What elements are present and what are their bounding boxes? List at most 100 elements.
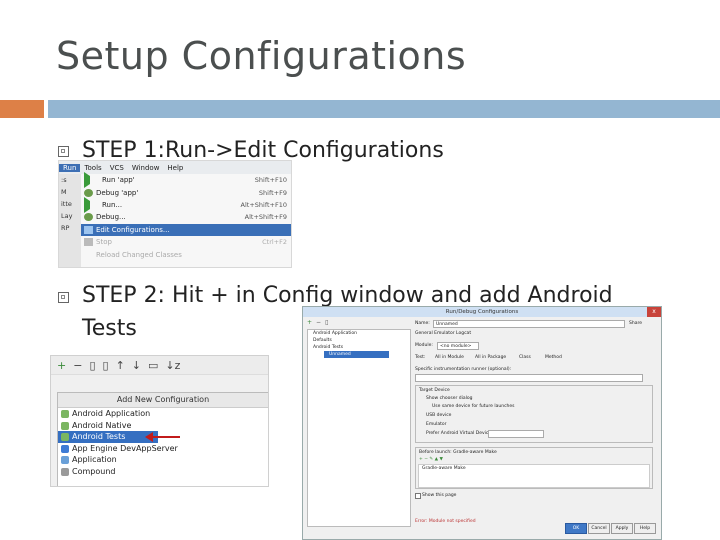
test-option[interactable]: Method bbox=[545, 355, 562, 360]
run-debug-dialog-screenshot: Run/Debug Configurations x + − ▯ Android… bbox=[302, 306, 662, 540]
cancel-button[interactable]: Cancel bbox=[588, 523, 610, 534]
avd-select[interactable] bbox=[488, 430, 544, 438]
before-launch-toolbar[interactable]: + − ✎ ▲ ▼ bbox=[419, 457, 443, 462]
runner-label: Specific instrumentation runner (optiona… bbox=[415, 367, 512, 372]
item-label: Application bbox=[72, 455, 117, 464]
menu-window[interactable]: Window bbox=[128, 164, 164, 172]
stub-text: :s bbox=[61, 176, 67, 184]
list-item-android-tests[interactable]: Android Tests bbox=[58, 431, 158, 443]
debug-icon bbox=[84, 188, 93, 197]
test-label: Test: bbox=[415, 355, 426, 360]
menu-item-label: Run... bbox=[102, 200, 123, 209]
list-item-compound[interactable]: Compound bbox=[58, 466, 268, 478]
menu-item-label: Debug... bbox=[96, 213, 126, 222]
help-button[interactable]: Help bbox=[634, 523, 656, 534]
gradle-make-item[interactable]: Gradle-aware Make bbox=[422, 466, 466, 471]
share-checkbox[interactable]: Share bbox=[629, 321, 642, 326]
red-arrow bbox=[150, 436, 180, 438]
item-label: Compound bbox=[72, 466, 116, 476]
sort-icon[interactable]: ↓z bbox=[165, 359, 180, 372]
tree-item[interactable]: Android Tests bbox=[308, 344, 410, 351]
dialog-title-text: Run/Debug Configurations bbox=[445, 309, 519, 315]
add-icon[interactable]: + bbox=[307, 319, 312, 327]
test-option[interactable]: All in Package bbox=[475, 355, 506, 360]
stub-text: Lay bbox=[61, 212, 73, 220]
tabs[interactable]: General Emulator Logcat bbox=[415, 331, 471, 336]
stop-icon bbox=[84, 238, 93, 247]
menu-item-stop[interactable]: Stop Ctrl+F2 bbox=[81, 236, 291, 248]
before-launch-group: Before launch: Gradle-aware Make + − ✎ ▲… bbox=[415, 447, 653, 489]
dialog-title: Run/Debug Configurations x bbox=[303, 307, 661, 317]
list-item-android-application[interactable]: Android Application bbox=[58, 408, 268, 420]
name-field[interactable]: Unnamed bbox=[433, 320, 625, 328]
edit-icon[interactable]: ▯ bbox=[103, 359, 109, 372]
folder-icon[interactable]: ▭ bbox=[148, 359, 158, 372]
menu-item-run-app[interactable]: Run 'app' Shift+F10 bbox=[81, 172, 291, 189]
list-item-android-native[interactable]: Android Native bbox=[58, 420, 268, 432]
menu-help[interactable]: Help bbox=[163, 164, 187, 172]
menu-vcs[interactable]: VCS bbox=[106, 164, 128, 172]
shortcut-label: Shift+F10 bbox=[254, 176, 287, 185]
menu-item-debug[interactable]: Debug... Alt+Shift+F9 bbox=[81, 211, 291, 223]
app-engine-icon bbox=[61, 444, 69, 453]
show-page-label: Show this page bbox=[422, 493, 457, 498]
item-label: Android Tests bbox=[72, 432, 126, 441]
test-option[interactable]: Class bbox=[519, 355, 531, 360]
list-item-application[interactable]: Application bbox=[58, 454, 268, 466]
menu-item-label: Debug 'app' bbox=[96, 188, 139, 197]
stub-text: RP bbox=[61, 224, 70, 232]
target-option[interactable]: Emulator bbox=[426, 422, 446, 427]
target-option[interactable]: Show chooser dialog bbox=[426, 396, 473, 401]
left-stub: :s M itte Lay RP bbox=[59, 174, 82, 267]
ok-button[interactable]: OK bbox=[565, 523, 587, 534]
target-option[interactable]: Use same device for future launches bbox=[432, 404, 515, 409]
menu-tools[interactable]: Tools bbox=[80, 164, 105, 172]
error-text: Error: Module not specified bbox=[415, 519, 476, 524]
bullet-icon bbox=[58, 292, 69, 303]
close-icon[interactable]: x bbox=[647, 307, 661, 317]
debug-icon bbox=[84, 213, 93, 222]
menu-item-label: Edit Configurations... bbox=[96, 225, 170, 234]
menu-item-debug-app[interactable]: Debug 'app' Shift+F9 bbox=[81, 186, 291, 198]
item-label: Android Native bbox=[72, 420, 132, 430]
menu-item-run[interactable]: Run... Alt+Shift+F10 bbox=[81, 196, 291, 213]
bullet-icon bbox=[58, 146, 69, 157]
shortcut-label: Shift+F9 bbox=[258, 188, 287, 197]
menu-item-reload-classes[interactable]: Reload Changed Classes bbox=[81, 248, 291, 260]
list-item-app-engine[interactable]: App Engine DevAppServer bbox=[58, 443, 268, 455]
tree-item[interactable]: Defaults bbox=[308, 337, 410, 344]
menu-run[interactable]: Run bbox=[59, 163, 81, 172]
apply-button[interactable]: Apply bbox=[611, 523, 633, 534]
name-value: Unnamed bbox=[436, 322, 458, 327]
stub-text: itte bbox=[61, 200, 72, 208]
run-menu-screenshot: Run Tools VCS Window Help :s M itte Lay … bbox=[58, 160, 292, 268]
tree-item-selected[interactable]: Unnamed bbox=[324, 351, 389, 358]
test-option[interactable]: All in Module bbox=[435, 355, 464, 360]
shortcut-label: Alt+Shift+F9 bbox=[244, 213, 287, 222]
tree-item[interactable]: Android Application bbox=[308, 330, 410, 337]
module-select[interactable]: <no module> bbox=[437, 342, 479, 350]
config-panel: Name: Unnamed Share General Emulator Log… bbox=[415, 319, 655, 524]
android-icon bbox=[61, 433, 69, 441]
menu-item-label: Stop bbox=[96, 238, 112, 247]
item-label: Android Application bbox=[72, 409, 151, 418]
move-up-icon[interactable]: ↑ bbox=[116, 359, 125, 372]
dialog-toolbar: + − ▯ bbox=[307, 319, 407, 327]
menu-item-edit-configurations[interactable]: Edit Configurations... bbox=[81, 223, 291, 236]
accent-bar bbox=[0, 100, 44, 118]
prefer-label: Prefer Android Virtual Device: bbox=[426, 431, 493, 436]
move-down-icon[interactable]: ↓ bbox=[132, 359, 141, 372]
remove-icon[interactable]: − bbox=[316, 319, 321, 327]
runner-field[interactable] bbox=[415, 374, 643, 382]
before-launch-list: Gradle-aware Make bbox=[418, 464, 650, 488]
show-page-checkbox[interactable] bbox=[415, 493, 421, 499]
copy-icon[interactable]: ▯ bbox=[89, 359, 95, 372]
shortcut-label: Ctrl+F2 bbox=[262, 238, 287, 247]
target-option[interactable]: USB device bbox=[426, 413, 451, 418]
slide-title: Setup Configurations bbox=[56, 34, 467, 78]
config-toolbar: + − ▯ ▯ ↑ ↓ ▭ ↓z bbox=[51, 356, 268, 375]
compound-icon bbox=[61, 467, 69, 476]
remove-icon[interactable]: − bbox=[73, 359, 82, 372]
copy-icon[interactable]: ▯ bbox=[325, 319, 328, 327]
add-icon[interactable]: + bbox=[57, 359, 66, 372]
